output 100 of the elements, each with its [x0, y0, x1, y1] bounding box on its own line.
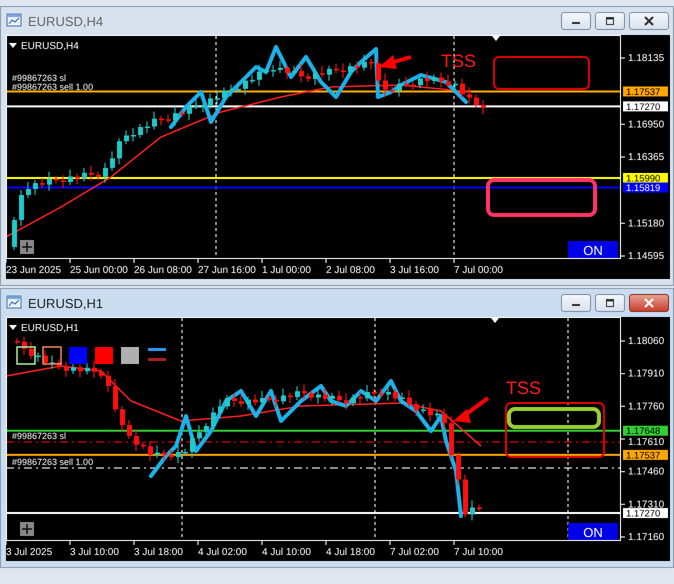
price-tag: 1.17648 [623, 426, 668, 438]
candlestick [467, 86, 472, 104]
candlestick [369, 58, 374, 70]
candlestick [358, 392, 363, 405]
time-axis-label: 3 Jul 16:00 [390, 265, 439, 276]
maximize-button[interactable] [595, 12, 625, 30]
candlestick [134, 428, 139, 452]
candlestick [236, 81, 241, 94]
candlestick [351, 394, 356, 407]
shift-marker-icon[interactable] [492, 36, 500, 41]
time-axis-label: 7 Jul 02:00 [390, 547, 439, 558]
price-axis-label: 1.18060 [628, 336, 664, 347]
time-axis-label: 4 Jul 02:00 [198, 547, 247, 558]
price-axis-label: 1.15180 [628, 218, 664, 230]
candlestick [393, 388, 398, 402]
candlestick [425, 70, 430, 88]
price-tag: 1.17270 [623, 101, 668, 113]
color-swatch-icon[interactable] [42, 346, 62, 365]
close-icon [643, 16, 655, 26]
close-button[interactable] [629, 12, 669, 30]
candlestick [113, 378, 118, 413]
candlestick [148, 440, 153, 462]
candlestick [162, 449, 167, 462]
candlestick [26, 182, 31, 198]
candlestick [257, 64, 262, 86]
candlestick [323, 387, 328, 402]
candlestick [376, 58, 381, 84]
candlestick [341, 62, 346, 78]
candlestick [260, 390, 265, 409]
candlestick [246, 396, 251, 410]
add-button[interactable] [20, 240, 34, 254]
candlestick [106, 370, 111, 392]
time-axis-label: 4 Jul 10:00 [262, 547, 311, 558]
candlestick [456, 452, 461, 486]
price-axis-label: 1.17760 [628, 401, 664, 412]
candlestick [418, 72, 423, 89]
candlestick [50, 354, 55, 370]
candlestick [225, 394, 230, 410]
candlestick [379, 388, 384, 398]
candlestick [271, 64, 276, 78]
toggle-button[interactable]: ON [568, 523, 618, 541]
candlestick [43, 350, 48, 366]
close-button[interactable] [629, 294, 669, 312]
color-swatch-icon[interactable] [95, 347, 113, 364]
candlestick [117, 138, 122, 165]
candlestick [120, 406, 125, 432]
price-axis-label: 1.16950 [628, 119, 664, 130]
candlestick [302, 384, 307, 400]
minimize-button[interactable] [561, 294, 591, 312]
time-axis-label: 26 Jun 08:00 [134, 265, 192, 276]
price-axis-label: 1.18135 [628, 53, 664, 64]
candlestick [449, 416, 454, 459]
price-axis-label: 1.14595 [628, 251, 664, 262]
candlestick [253, 394, 258, 406]
time-axis-label: 7 Jul 00:00 [454, 265, 503, 276]
time-axis-label: 3 Jul 18:00 [134, 547, 183, 558]
candlestick [470, 500, 475, 521]
candlestick [383, 73, 388, 96]
candlestick [57, 358, 62, 370]
minimize-button[interactable] [561, 12, 591, 30]
candlestick [159, 115, 164, 126]
color-swatch-icon[interactable] [121, 347, 139, 364]
shift-marker-icon[interactable] [491, 318, 499, 323]
color-swatch-icon[interactable] [69, 347, 87, 364]
annotation-label: TSS [441, 51, 476, 71]
price-axis-label: 1.17160 [628, 532, 664, 543]
candlestick [397, 78, 402, 98]
price-tag: 1.17537 [623, 86, 668, 98]
maximize-button[interactable] [595, 294, 625, 312]
candlestick [299, 64, 304, 83]
price-axis-label: 1.17310 [628, 499, 664, 510]
time-axis-label: 27 Jun 16:00 [198, 265, 256, 276]
time-axis-label: 1 Jul 00:00 [262, 265, 311, 276]
candlestick [169, 449, 174, 461]
time-axis-label: 3 Jul 10:00 [70, 547, 119, 558]
candlestick [19, 190, 24, 226]
restore-icon [604, 16, 616, 26]
dropdown-icon[interactable] [9, 325, 17, 330]
candlestick [92, 360, 97, 378]
candlestick [316, 389, 321, 404]
candlestick [190, 432, 195, 458]
toggle-button[interactable]: ON [568, 241, 618, 259]
candlestick [453, 80, 458, 92]
close-icon [643, 298, 655, 308]
candlestick [183, 448, 188, 456]
line-style-icon[interactable] [148, 348, 166, 361]
candlestick [61, 174, 66, 188]
candlestick [421, 404, 426, 414]
time-axis-label: 4 Jul 18:00 [326, 547, 375, 558]
price-axis-label: 1.16365 [628, 152, 664, 163]
dropdown-icon[interactable] [9, 43, 17, 48]
candlestick [446, 74, 451, 89]
candlestick [313, 68, 318, 86]
time-axis-label: 7 Jul 10:00 [454, 547, 503, 558]
candlestick [89, 165, 94, 182]
candlestick [348, 62, 353, 76]
candlestick [390, 86, 395, 94]
add-button[interactable] [20, 522, 34, 536]
candlestick [15, 338, 20, 346]
candlestick [85, 362, 90, 375]
